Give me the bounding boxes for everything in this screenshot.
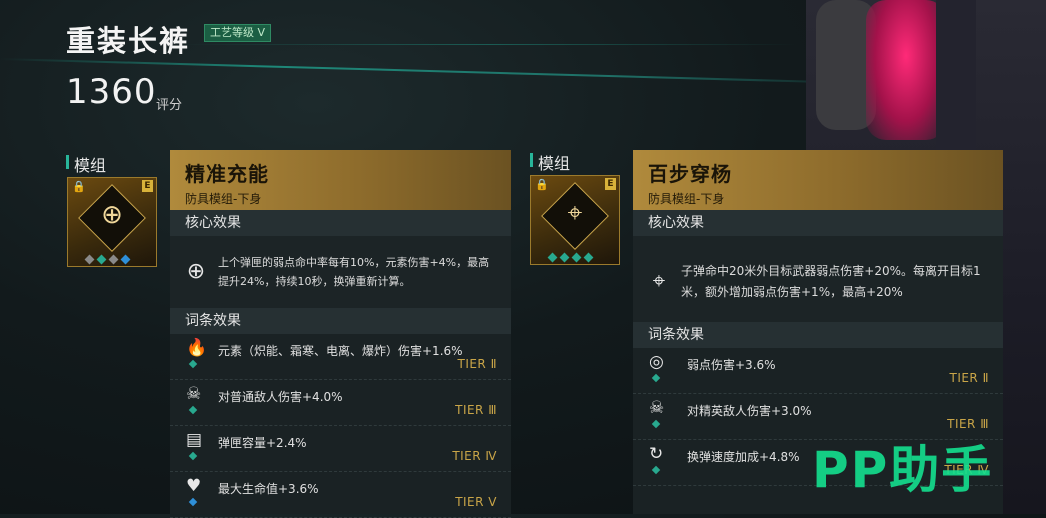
perk-effects-header: 词条效果 [170, 308, 511, 334]
perk-dot [188, 405, 198, 415]
lock-icon: 🔒 [535, 178, 549, 191]
core-effect-text: 上个弹匣的弱点命中率每有10%，元素伤害+4%，最高提升24%，持续10秒，换弹… [218, 256, 490, 288]
perk-tier: TIER Ⅳ [452, 449, 497, 463]
mod-slot-2[interactable]: 🔒 E ⌖ [530, 175, 620, 265]
panel-header: 精准充能 防具模组-下身 [170, 150, 511, 210]
element-icon: 🔥 [186, 338, 208, 358]
sniper-rifle-icon: ⌖ [652, 269, 666, 294]
heart-icon: ♥ [186, 476, 202, 496]
sniper-rifle-icon: ⌖ [567, 198, 583, 228]
slot-dot [547, 252, 558, 263]
perk-dot [651, 419, 661, 429]
panel-header: 百步穿杨 防具模组-下身 [633, 150, 1003, 210]
perk-text: 弱点伤害+3.6% [687, 358, 776, 372]
core-effect-text: 子弹命中20米外目标武器弱点伤害+20%。每离开目标1米，额外增加弱点伤害+1%… [681, 264, 981, 299]
slot-dot [96, 254, 107, 265]
lock-icon: 🔒 [72, 180, 86, 193]
perk-row: ☠ 对普通敌人伤害+4.0% TIER Ⅲ [170, 380, 511, 426]
slot-dot [583, 252, 594, 263]
perk-effects-header: 词条效果 [633, 322, 1003, 348]
reload-icon: ↻ [649, 444, 664, 464]
perk-text: 元素（炽能、霜寒、电离、爆炸）伤害+1.6% [218, 344, 463, 358]
mod-type: 防具模组-下身 [185, 192, 262, 206]
watermark: PP助手 [812, 441, 994, 499]
elite-enemy-icon: ☠ [649, 398, 665, 418]
slot-dot [108, 254, 119, 265]
perk-dot [188, 359, 198, 369]
slot-dot [559, 252, 570, 263]
perk-text: 对普通敌人伤害+4.0% [218, 390, 343, 404]
perk-row: ♥ 最大生命值+3.6% TIER Ⅴ [170, 472, 511, 518]
background-streak-thin [180, 44, 800, 45]
rarity-badge: E [605, 178, 616, 190]
perk-tier: TIER Ⅱ [457, 357, 497, 371]
score-value: 1360 [66, 72, 157, 112]
neon-canister [866, 0, 946, 140]
mod-slot-dots [84, 254, 131, 265]
perk-text: 对精英敌人伤害+3.0% [687, 404, 812, 418]
perk-tier: TIER Ⅴ [455, 495, 497, 509]
core-effect-header: 核心效果 [633, 210, 1003, 236]
mod-section-label: 模组 [529, 150, 570, 174]
perk-dot [188, 451, 198, 461]
perk-tier: TIER Ⅲ [947, 417, 989, 431]
perk-dot [651, 465, 661, 475]
perk-text: 弹匣容量+2.4% [218, 436, 307, 450]
score-label: 评分 [156, 98, 183, 113]
crosshair-icon: ⊕ [186, 259, 206, 284]
slot-dot [84, 254, 95, 265]
core-effect: ⌖ 子弹命中20米外目标武器弱点伤害+20%。每离开目标1米，额外增加弱点伤害+… [633, 236, 1003, 322]
craft-level-badge: 工艺等级 V [204, 24, 272, 42]
crosshair-icon: ⊕ [101, 200, 123, 230]
perk-tier: TIER Ⅲ [455, 403, 497, 417]
enemy-icon: ☠ [186, 384, 202, 404]
mod-section-label: 模组 [65, 152, 106, 176]
mod-slot-dots [547, 252, 594, 263]
perk-row: 🔥 元素（炽能、霜寒、电离、爆炸）伤害+1.6% TIER Ⅱ [170, 334, 511, 380]
mod-slot-1[interactable]: 🔒 E ⊕ [67, 177, 157, 267]
perk-dot [651, 373, 661, 383]
perk-dot [188, 497, 198, 507]
perk-text: 最大生命值+3.6% [218, 482, 319, 496]
perk-row: ◎ 弱点伤害+3.6% TIER Ⅱ [633, 348, 1003, 394]
perk-text: 换弹速度加成+4.8% [687, 450, 800, 464]
core-effect-header: 核心效果 [170, 210, 511, 236]
mod-detail-panel-1: 精准充能 防具模组-下身 核心效果 ⊕ 上个弹匣的弱点命中率每有10%，元素伤害… [170, 150, 511, 518]
core-effect: ⊕ 上个弹匣的弱点命中率每有10%，元素伤害+4%，最高提升24%，持续10秒，… [170, 236, 511, 308]
magazine-icon: ▤ [186, 430, 203, 450]
perk-row: ▤ 弹匣容量+2.4% TIER Ⅳ [170, 426, 511, 472]
rarity-badge: E [142, 180, 153, 192]
weakpoint-icon: ◎ [649, 352, 664, 372]
perk-tier: TIER Ⅱ [949, 371, 989, 385]
slot-dot [571, 252, 582, 263]
mod-type: 防具模组-下身 [648, 192, 725, 206]
mod-name: 百步穿杨 [648, 162, 732, 186]
item-title: 重装长裤 [66, 24, 191, 58]
mod-name: 精准充能 [185, 162, 269, 186]
slot-dot [120, 254, 131, 265]
